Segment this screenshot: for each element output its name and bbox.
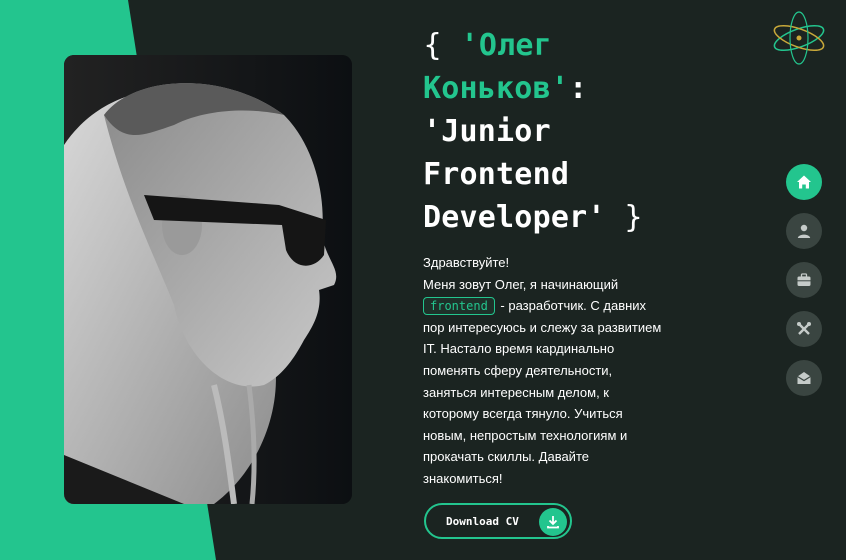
briefcase-icon — [797, 273, 811, 286]
hero-title: { 'Олег Коньков': 'Junior Frontend Devel… — [423, 24, 693, 239]
tools-icon — [797, 322, 811, 335]
intro-text: Здравствуйте! Меня зовут Олег, я начинаю… — [423, 252, 663, 490]
download-icon — [539, 508, 567, 536]
title-close-brace: } — [623, 200, 644, 235]
nav-skills[interactable] — [786, 311, 822, 347]
frontend-chip: frontend — [423, 297, 495, 316]
nav-contact[interactable] — [786, 360, 822, 396]
intro-greeting: Здравствуйте! — [423, 255, 510, 270]
intro-line1: Меня зовут Олег, я начинающий — [423, 276, 619, 292]
download-cv-button[interactable]: Download CV — [424, 503, 572, 539]
title-role-line1: 'Junior — [423, 114, 551, 149]
atom-logo-icon[interactable] — [770, 8, 828, 68]
title-role-line2: Frontend — [423, 157, 570, 192]
nav-home[interactable] — [786, 164, 822, 200]
title-name-line2: Коньков' — [423, 71, 570, 106]
nav-portfolio[interactable] — [786, 262, 822, 298]
download-cv-label: Download CV — [446, 514, 519, 528]
title-open-brace: { — [423, 28, 443, 63]
mail-icon — [797, 372, 811, 384]
title-role-line3: Developer' — [423, 200, 606, 235]
nav-about[interactable] — [786, 213, 822, 249]
title-colon: : — [569, 71, 588, 106]
side-navigation — [786, 164, 822, 409]
profile-photo — [64, 55, 352, 504]
intro-body: - разработчик. С давних пор интересуюсь … — [423, 298, 662, 486]
title-name-line1: 'Олег — [460, 28, 552, 63]
home-icon — [797, 175, 811, 189]
user-icon — [797, 224, 811, 238]
